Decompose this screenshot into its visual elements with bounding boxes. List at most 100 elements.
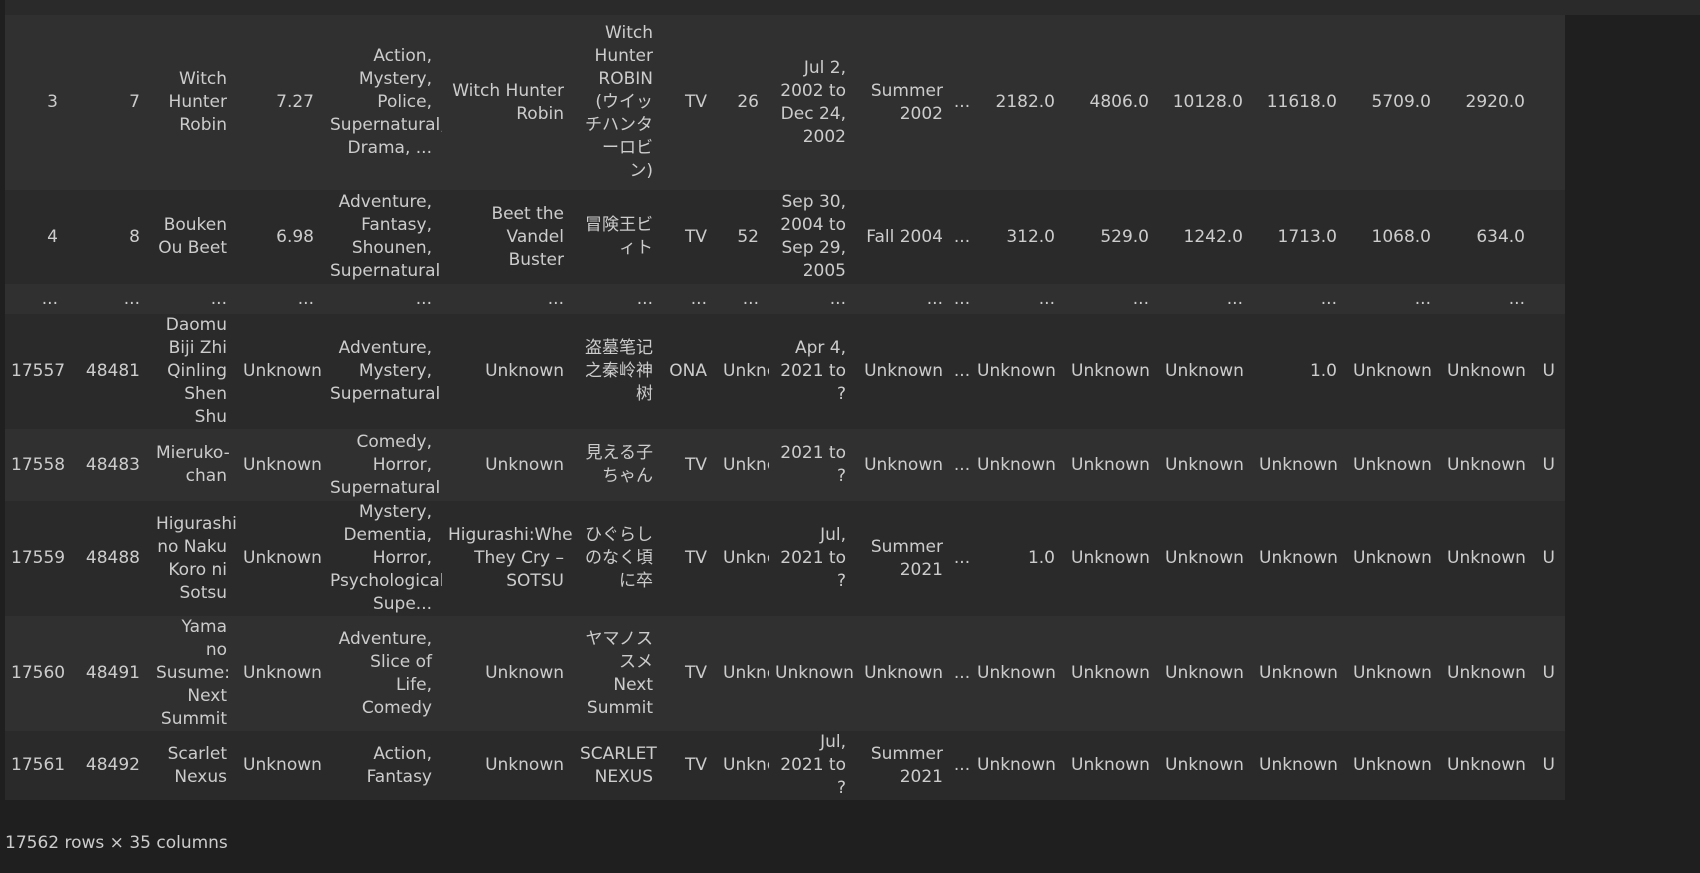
- table-cell: 529.0: [1100, 226, 1149, 247]
- table-cell: [1535, 15, 1565, 190]
- table-cell: 1.0: [1027, 548, 1055, 568]
- table-cell: 冒険王ビィト: [585, 215, 653, 258]
- table-cell: Unknown: [485, 361, 564, 381]
- table-cell: Beet the Vandel Buster: [491, 203, 564, 270]
- row-index-cell: 3: [47, 92, 58, 112]
- table-cell: Unknown: [1447, 454, 1526, 475]
- table-cell: ...: [1038, 288, 1055, 309]
- table-cell: [971, 0, 1065, 15]
- table-cell: Unknown: [864, 454, 943, 475]
- table-cell: ...: [1226, 288, 1243, 309]
- table-cell: [1253, 0, 1347, 15]
- table-cell: Unknown: [243, 548, 322, 568]
- table-cell: U: [1542, 361, 1555, 381]
- dataframe-shape-label: 17562 rows × 35 columns: [5, 833, 228, 853]
- table-cell: 1242.0: [1183, 226, 1243, 247]
- dataframe-table: Shounen 3 7 Witch Hunter Robin 7.27 Action, M…: [5, 0, 1700, 800]
- table-cell: 48481: [85, 361, 140, 381]
- table-cell: Mieruko-chan: [156, 443, 230, 486]
- table-cell: [1535, 0, 1565, 15]
- ellipsis-column-cell: [953, 0, 971, 15]
- table-cell: ...: [1320, 288, 1337, 309]
- table-cell: [769, 0, 856, 15]
- table-cell: Fall 2004: [866, 226, 943, 247]
- table-cell: Yama no Susume: Next Summit: [156, 617, 230, 729]
- table-cell: Shounen: [442, 0, 574, 15]
- table-cell: U: [1542, 663, 1555, 683]
- table-row: 17561 48492 Scarlet Nexus Unknown Action, Fa…: [5, 731, 1700, 800]
- table-cell: ...: [926, 288, 943, 309]
- table-cell: [68, 0, 150, 15]
- table-cell: [717, 0, 769, 15]
- table-cell: ...: [297, 288, 314, 309]
- table-cell: Witch Hunter Robin: [168, 69, 227, 135]
- table-cell: Higurashi no Naku Koro ni Sotsu: [156, 513, 237, 603]
- ellipsis-column-cell: ...: [953, 663, 971, 683]
- table-cell: Jul, 2021 to ?: [780, 525, 846, 591]
- table-cell: ...: [1414, 288, 1431, 309]
- table-cell: ...: [742, 288, 759, 309]
- table-cell: Unknown: [1353, 663, 1432, 683]
- table-cell: [237, 0, 324, 15]
- table-cell: Unknown: [243, 361, 322, 381]
- table-cell: 1.0: [1309, 361, 1337, 381]
- table-row: 17560 48491 Yama no Susume: Next Summit Unk…: [5, 616, 1700, 731]
- table-cell: 盗墓笔记之秦岭神树: [585, 338, 653, 404]
- table-cell: 26: [737, 92, 759, 112]
- table-cell: ...: [547, 288, 564, 309]
- table-cell: ...: [690, 288, 707, 309]
- table-cell: 4806.0: [1089, 92, 1149, 112]
- table-cell: Daomu Biji Zhi Qinling Shen Shu: [165, 315, 227, 427]
- dataframe-output: Shounen 3 7 Witch Hunter Robin 7.27 Action, M…: [0, 0, 1700, 830]
- table-cell: Action, Fantasy: [366, 743, 432, 787]
- table-cell: Unknown: [1447, 663, 1526, 683]
- table-cell: Unknown: [864, 361, 943, 381]
- table-cell: Unknown: [1259, 663, 1338, 683]
- table-cell: Unknown: [243, 755, 322, 775]
- row-index-cell: 17557: [11, 361, 66, 381]
- table-cell: 48483: [85, 454, 140, 475]
- table-cell: Comedy, Horror, Supernatural: [330, 431, 441, 498]
- table-cell: Adventure, Fantasy, Shounen, Supernatura…: [330, 192, 441, 281]
- table-cell: Unknown: [1259, 755, 1338, 775]
- ellipsis-column-cell: ...: [953, 92, 971, 112]
- table-cell: [150, 0, 237, 15]
- table-cell: 2021 to ?: [780, 443, 846, 486]
- row-index-cell: 17561: [11, 755, 66, 775]
- table-cell: Unknown: [1447, 548, 1526, 568]
- table-cell: Unknown: [977, 663, 1056, 683]
- table-cell: 6.98: [276, 226, 314, 247]
- table-cell: 48492: [85, 755, 140, 775]
- table-cell: Bouken Ou Beet: [158, 215, 227, 258]
- table-cell: Unknown: [775, 663, 854, 683]
- table-cell: U: [1542, 454, 1555, 475]
- table-cell: [1535, 190, 1565, 284]
- table-cell: Unknown: [1071, 548, 1150, 568]
- table-cell: Adventure, Mystery, Supernatural: [330, 338, 441, 404]
- table-cell: Unknown: [1353, 454, 1432, 475]
- table-cell: 7.27: [276, 92, 314, 112]
- ellipsis-column-cell: ...: [953, 548, 971, 568]
- table-row: 3 7 Witch Hunter Robin 7.27 Action, Mystery,…: [5, 15, 1700, 190]
- table-cell: Unknown: [1071, 454, 1150, 475]
- row-index-cell: 17559: [11, 548, 66, 568]
- ellipsis-column-cell: ...: [953, 454, 971, 475]
- table-cell: Unknown: [485, 755, 564, 775]
- table-cell: Witch Hunter ROBIN (ウイッチハンターロビン): [585, 23, 653, 181]
- table-cell: 11618.0: [1266, 92, 1337, 112]
- table-cell: Jul 2, 2002 to Dec 24, 2002: [780, 57, 846, 147]
- table-cell: Unknown: [864, 663, 943, 683]
- table-cell: 48488: [85, 548, 140, 568]
- table-cell: 見える子ちゃん: [585, 443, 654, 486]
- table-cell: [856, 0, 953, 15]
- table-cell: 8: [129, 226, 140, 247]
- table-cell: [324, 0, 442, 15]
- table-cell: Unknown: [1071, 663, 1150, 683]
- table-cell: Unknown: [1165, 755, 1244, 775]
- table-cell: Unknown: [1165, 663, 1244, 683]
- table-cell: [1535, 284, 1565, 314]
- table-cell: Summer 2002: [870, 80, 943, 124]
- table-cell: 1068.0: [1371, 226, 1431, 247]
- table-cell: TV: [684, 454, 707, 475]
- table-cell: 2920.0: [1465, 92, 1525, 112]
